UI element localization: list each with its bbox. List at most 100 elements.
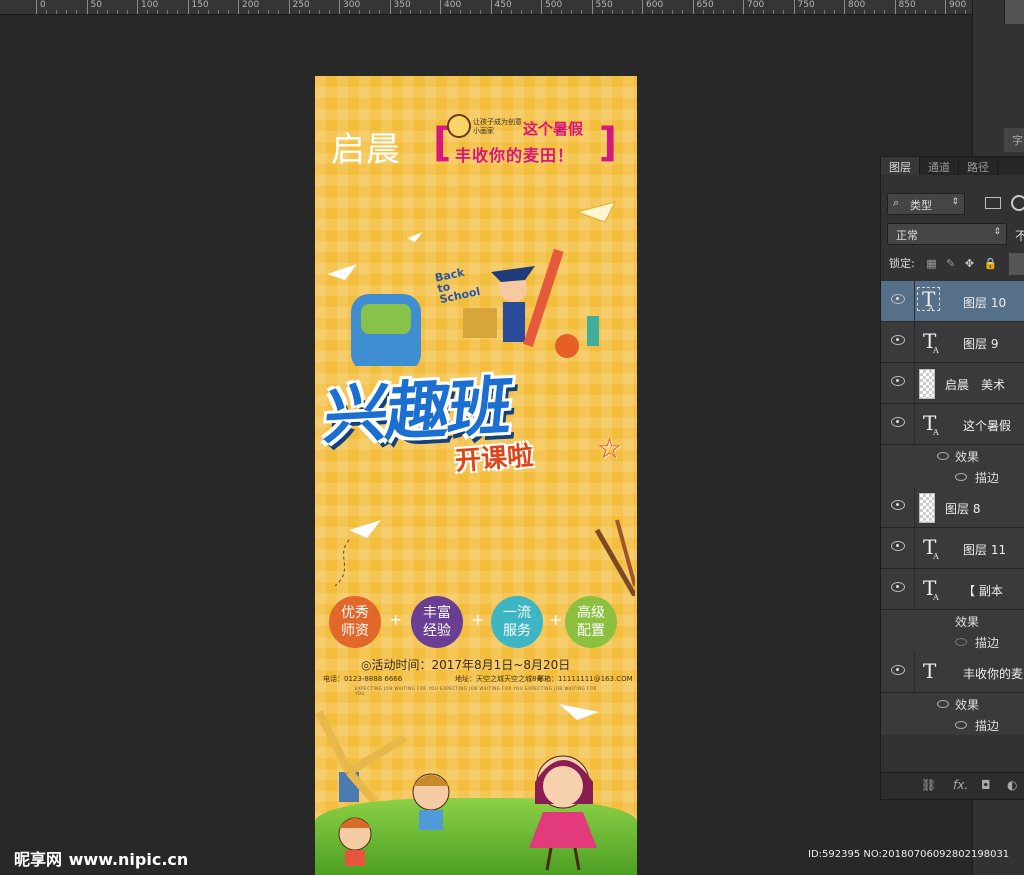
ruler-minor-tick: [308, 10, 310, 14]
ruler-tick: 800: [844, 0, 865, 14]
text-layer-icon: TA: [923, 535, 939, 561]
effects-label: 效果: [955, 450, 980, 464]
effects-row[interactable]: 效果: [881, 610, 1024, 631]
tab-layers[interactable]: 图层: [881, 157, 920, 175]
stroke-eye-icon[interactable]: [955, 638, 967, 646]
ruler-minor-tick: [227, 10, 229, 14]
layers-panel-footer: ⛓ fx. ◘ ◐: [881, 772, 1024, 799]
contact-address: 地址：天空之城天空之城8号: [455, 675, 544, 683]
tab-channels[interactable]: 通道: [920, 157, 959, 175]
ruler-minor-tick: [571, 10, 572, 14]
ruler-minor-tick: [147, 10, 148, 14]
star-icon: ☆: [597, 432, 623, 465]
ruler-minor-tick: [732, 10, 734, 14]
stroke-row[interactable]: 描边: [881, 714, 1024, 735]
stroke-eye-icon[interactable]: [955, 473, 967, 481]
lock-move-icon[interactable]: ✥: [965, 257, 974, 270]
adjust-icon[interactable]: ◐: [1007, 778, 1017, 792]
layer-row[interactable]: TA 图层 10: [881, 281, 1024, 322]
adjust-filter-icon[interactable]: [1011, 195, 1024, 211]
ruler-minor-tick: [460, 10, 461, 14]
layer-row[interactable]: TA 图层 11: [881, 528, 1024, 569]
ruler-tick: 450: [490, 0, 512, 14]
visibility-eye-icon[interactable]: [891, 417, 905, 427]
ruler-minor-tick: [874, 10, 875, 14]
layer-row[interactable]: 图层 8: [881, 487, 1024, 528]
tab-paths[interactable]: 路径: [959, 157, 998, 175]
effects-eye-icon[interactable]: [937, 700, 949, 708]
ruler-minor-tick: [379, 10, 380, 14]
slogan-box: [ ] 让孩子成为创意小画家 这个暑假 丰收你的麦田！: [433, 114, 617, 168]
ruler-minor-tick: [884, 10, 885, 14]
ruler-minor-tick: [359, 10, 360, 14]
mask-icon[interactable]: ◘: [981, 778, 991, 792]
ruler-tick: 100: [137, 0, 158, 14]
link-icon[interactable]: ⛓: [921, 778, 936, 792]
ruler-minor-tick: [763, 10, 764, 14]
stroke-eye-icon[interactable]: [955, 721, 967, 729]
visibility-eye-icon[interactable]: [891, 665, 905, 675]
ruler-tick: 700: [743, 0, 764, 14]
layer-name: 丰收你的麦: [963, 667, 1024, 681]
visibility-eye-icon[interactable]: [891, 294, 905, 304]
visibility-eye-icon[interactable]: [891, 500, 905, 510]
filter-search-icon: ⌕: [893, 196, 900, 209]
layer-filter-select[interactable]: ⌕ 类型 ⇕: [887, 193, 965, 215]
ruler-minor-tick: [581, 10, 582, 14]
ruler-tick: 600: [642, 0, 663, 14]
layer-name: 启晨 美术: [945, 378, 1006, 392]
visibility-eye-icon[interactable]: [891, 541, 905, 551]
fx-icon[interactable]: fx.: [953, 778, 968, 792]
stroke-label: 描边: [975, 719, 1000, 733]
ruler-minor-tick: [157, 10, 158, 14]
effects-row[interactable]: 效果: [881, 693, 1024, 714]
layer-row[interactable]: TA 图层 9: [881, 322, 1024, 363]
lock-paint-icon[interactable]: ✎: [946, 257, 955, 270]
ruler-minor-tick: [46, 10, 47, 14]
ruler-minor-tick: [601, 10, 603, 14]
stroke-row[interactable]: 描边: [881, 466, 1024, 487]
ruler-tick: 550: [591, 0, 613, 14]
ruler-minor-tick: [934, 10, 936, 14]
blend-mode-select[interactable]: 正常 ⇕: [887, 223, 1007, 245]
ruler-tick: 350: [389, 0, 411, 14]
visibility-eye-icon[interactable]: [891, 582, 905, 592]
ruler-minor-tick: [126, 10, 128, 14]
ruler-minor-tick: [904, 10, 906, 14]
ruler-minor-tick: [662, 10, 663, 14]
layer-row[interactable]: 启晨 美术: [881, 363, 1024, 404]
lock-all-icon[interactable]: 🔒: [984, 257, 998, 270]
layer-row[interactable]: TA 【 副本: [881, 569, 1024, 610]
ruler-minor-tick: [217, 10, 219, 14]
title-sub: 开课啦: [454, 441, 535, 477]
effects-label: 效果: [955, 615, 980, 629]
lock-label: 锁定:: [889, 257, 915, 270]
ruler-minor-tick: [520, 10, 522, 14]
updown-icon: ⇕: [951, 197, 959, 207]
text-layer-icon: TA: [923, 576, 939, 602]
slogan-line-2: 丰收你的麦田！: [455, 146, 575, 165]
layer-row[interactable]: TA 这个暑假: [881, 404, 1024, 445]
ruler-minor-tick: [429, 10, 431, 14]
collapsed-panel-tab[interactable]: [1004, 0, 1024, 24]
collapsed-panel-tab-2[interactable]: 字: [1004, 128, 1024, 152]
stroke-row[interactable]: 描边: [881, 631, 1024, 652]
layer-name: 这个暑假: [963, 419, 1012, 433]
visibility-eye-icon[interactable]: [891, 376, 905, 386]
effects-eye-icon[interactable]: [937, 452, 949, 460]
ruler-minor-tick: [823, 10, 825, 14]
lock-transparent-icon[interactable]: ▦: [926, 257, 936, 270]
updown-icon: ⇕: [993, 227, 1001, 237]
ruler-minor-tick: [450, 10, 451, 14]
ruler-minor-tick: [611, 10, 613, 14]
brand-title: 启晨: [331, 130, 401, 170]
layer-row[interactable]: T 丰收你的麦: [881, 652, 1024, 693]
effects-row[interactable]: 效果: [881, 445, 1024, 466]
watermark-id: ID:592395 NO:20180706092802198031: [808, 849, 1010, 860]
ruler-minor-tick: [369, 10, 370, 14]
poster-canvas[interactable]: 启晨 [ ] 让孩子成为创意小画家 这个暑假 丰收你的麦田！ Back to S…: [315, 76, 637, 875]
visibility-eye-icon[interactable]: [891, 335, 905, 345]
pixel-filter-icon[interactable]: [985, 197, 1001, 209]
artboard-lock-icon[interactable]: [1009, 253, 1024, 275]
ruler-minor-tick: [712, 10, 714, 14]
